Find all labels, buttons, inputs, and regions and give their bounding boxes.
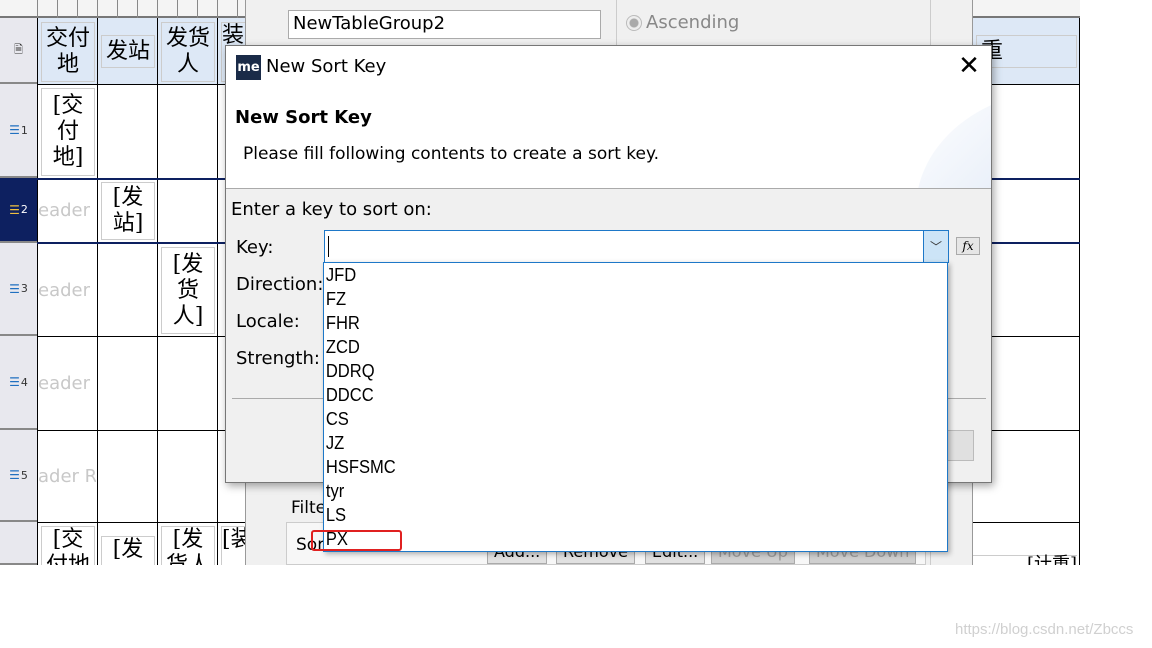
dialog-description: Please fill following contents to create… bbox=[243, 144, 660, 164]
expression-builder-button[interactable]: fx bbox=[956, 237, 980, 255]
radio-icon bbox=[626, 14, 642, 31]
ghost-label: ader Ro bbox=[38, 466, 96, 487]
detail-row-icon: ☰ bbox=[9, 123, 20, 137]
row-handle-5[interactable]: ☰ 5 bbox=[0, 430, 37, 522]
row-number: 4 bbox=[20, 375, 28, 389]
data-cell-fazhan[interactable]: [发站] bbox=[101, 182, 155, 240]
row-handle-4[interactable]: ☰ 4 bbox=[0, 336, 37, 430]
key-label: Key: bbox=[236, 237, 274, 258]
section-label: Enter a key to sort on: bbox=[231, 199, 432, 220]
cell-text: [发货人] bbox=[172, 251, 204, 329]
dialog-heading: New Sort Key bbox=[235, 107, 372, 128]
dropdown-option[interactable]: JFD bbox=[324, 263, 897, 287]
key-combobox[interactable]: ﹀ bbox=[324, 230, 949, 263]
group-name-input[interactable]: NewTableGroup2 bbox=[288, 10, 601, 39]
row-number: 5 bbox=[20, 468, 28, 482]
header-cell-fazhan[interactable]: 发站 bbox=[101, 35, 155, 68]
row-number: 2 bbox=[20, 203, 28, 216]
header-text: 发站 bbox=[105, 38, 150, 64]
locale-label: Locale: bbox=[236, 311, 300, 332]
dropdown-option[interactable]: HSFSMC bbox=[324, 455, 897, 479]
dialog-banner: New Sort Key Please fill following conte… bbox=[226, 89, 991, 189]
ghost-label: eader R bbox=[38, 280, 96, 301]
dropdown-option[interactable]: DDRQ bbox=[324, 359, 897, 383]
watermark: https://blog.csdn.net/Zbccs bbox=[955, 621, 1134, 638]
detail-row-icon: ☰ bbox=[9, 281, 20, 296]
ruler-ticks bbox=[37, 0, 247, 18]
detail-row-icon: ☰ bbox=[9, 375, 20, 389]
header-text: 发货人 bbox=[165, 26, 210, 77]
key-dropdown-list: JFD FZ FHR ZCD DDRQ DDCC CS JZ HSFSMC tyr LS PX bbox=[323, 262, 948, 552]
row-handle-3[interactable]: ☰ 3 bbox=[0, 243, 37, 336]
dropdown-option[interactable]: JZ bbox=[324, 431, 897, 455]
cell-text: [发 bbox=[112, 537, 144, 562]
footer-cell-fahuoren[interactable]: [发货人 bbox=[161, 526, 215, 565]
row-handle-6[interactable] bbox=[0, 522, 37, 565]
footer-cell-fazhan[interactable]: [发 bbox=[101, 536, 155, 565]
cell-text: [发货人 bbox=[166, 527, 210, 565]
table-header-row-handle[interactable]: 🗎 bbox=[0, 18, 37, 84]
dropdown-option[interactable]: tyr bbox=[324, 479, 897, 503]
filters-tab[interactable]: Filte bbox=[291, 498, 326, 518]
row-handle-2[interactable]: ☰ 2 bbox=[0, 178, 37, 243]
row-number: 3 bbox=[20, 282, 28, 295]
dropdown-option[interactable]: LS bbox=[324, 503, 897, 527]
footer-cell-right[interactable]: [计重] bbox=[972, 555, 1077, 565]
row-handle-1[interactable]: ☰ 1 bbox=[0, 84, 37, 178]
header-cell-fahuoren[interactable]: 发货人 bbox=[161, 22, 215, 82]
dropdown-option[interactable]: FHR bbox=[324, 311, 897, 335]
ascending-radio[interactable]: Ascending bbox=[626, 12, 739, 33]
strength-label: Strength: bbox=[236, 348, 320, 369]
radio-label: Ascending bbox=[646, 12, 740, 33]
document-icon: 🗎 bbox=[14, 42, 23, 56]
cell-text: [发站] bbox=[112, 185, 144, 236]
cell-text: [交付地 bbox=[46, 527, 90, 565]
close-icon[interactable]: ✕ bbox=[954, 52, 984, 82]
dropdown-option[interactable]: DDCC bbox=[324, 383, 897, 407]
cell-text: [交付地] bbox=[52, 93, 84, 170]
footer-cell-jiaofudi[interactable]: [交付地 bbox=[41, 526, 95, 565]
row-number: 1 bbox=[20, 123, 28, 137]
text-cursor bbox=[328, 236, 329, 257]
ghost-label: eader R bbox=[38, 200, 96, 221]
data-cell-jiaofudi[interactable]: [交付地] bbox=[41, 88, 95, 176]
title-bar: me New Sort Key ✕ bbox=[226, 46, 991, 89]
dialog-title: New Sort Key bbox=[266, 56, 387, 77]
dropdown-option[interactable]: PX bbox=[324, 527, 897, 551]
dropdown-option[interactable]: FZ bbox=[324, 287, 897, 311]
header-cell-jiaofudi[interactable]: 交付地 bbox=[41, 22, 95, 82]
detail-row-icon: ☰ bbox=[9, 468, 20, 482]
chevron-down-icon[interactable]: ﹀ bbox=[923, 231, 948, 262]
data-cell-fahuoren[interactable]: [发货人] bbox=[161, 247, 215, 334]
dropdown-option[interactable]: CS bbox=[324, 407, 897, 431]
banner-decoration bbox=[916, 89, 991, 188]
header-text: 交付地 bbox=[45, 26, 90, 77]
detail-row-icon: ☰ bbox=[9, 202, 20, 217]
highlight-annotation bbox=[311, 530, 402, 551]
app-logo-icon: me bbox=[236, 55, 261, 80]
ghost-label: eader R bbox=[38, 373, 96, 394]
dropdown-option[interactable]: ZCD bbox=[324, 335, 897, 359]
direction-label: Direction: bbox=[236, 274, 324, 295]
